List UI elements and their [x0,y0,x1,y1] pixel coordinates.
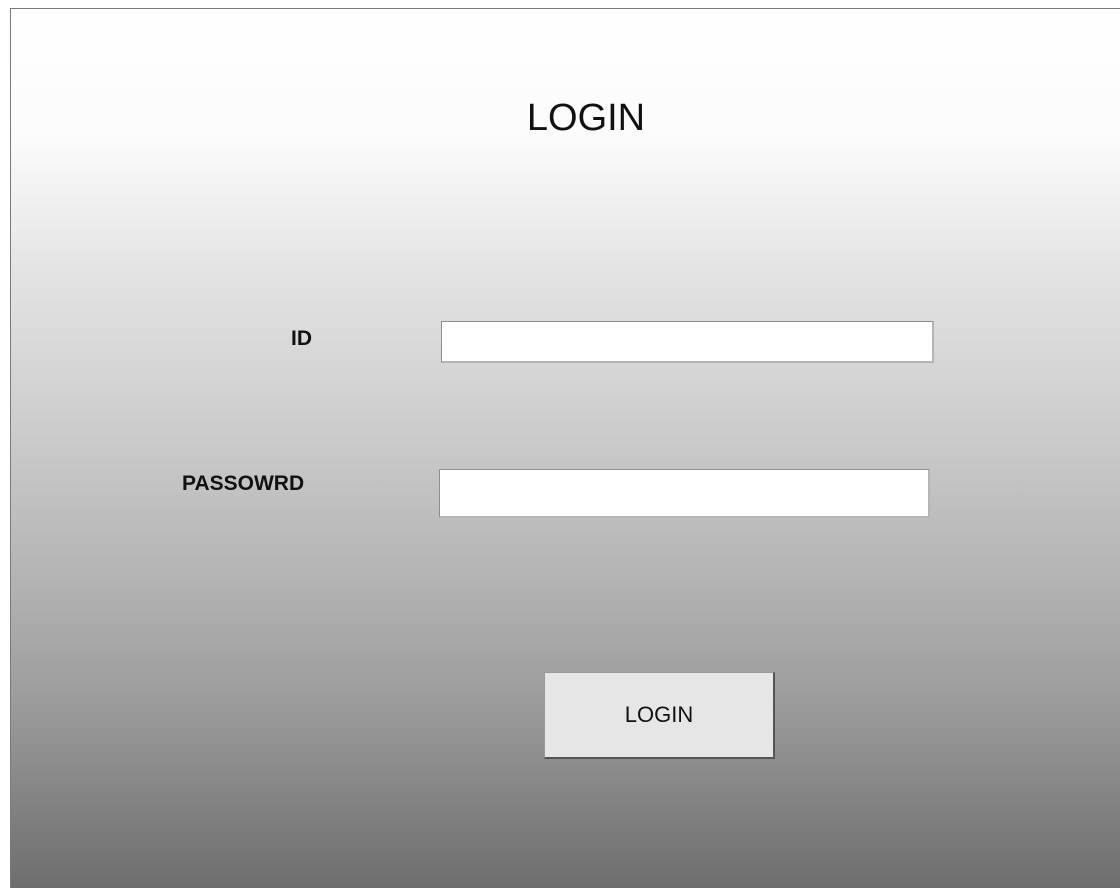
login-button[interactable]: LOGIN [544,672,775,759]
id-input[interactable] [441,321,934,363]
page-title: LOGIN [526,97,646,139]
login-panel: LOGIN ID PASSOWRD LOGIN [10,8,1120,888]
password-label: PASSOWRD [182,472,305,495]
password-input[interactable] [439,469,930,518]
id-label: ID [291,327,312,350]
